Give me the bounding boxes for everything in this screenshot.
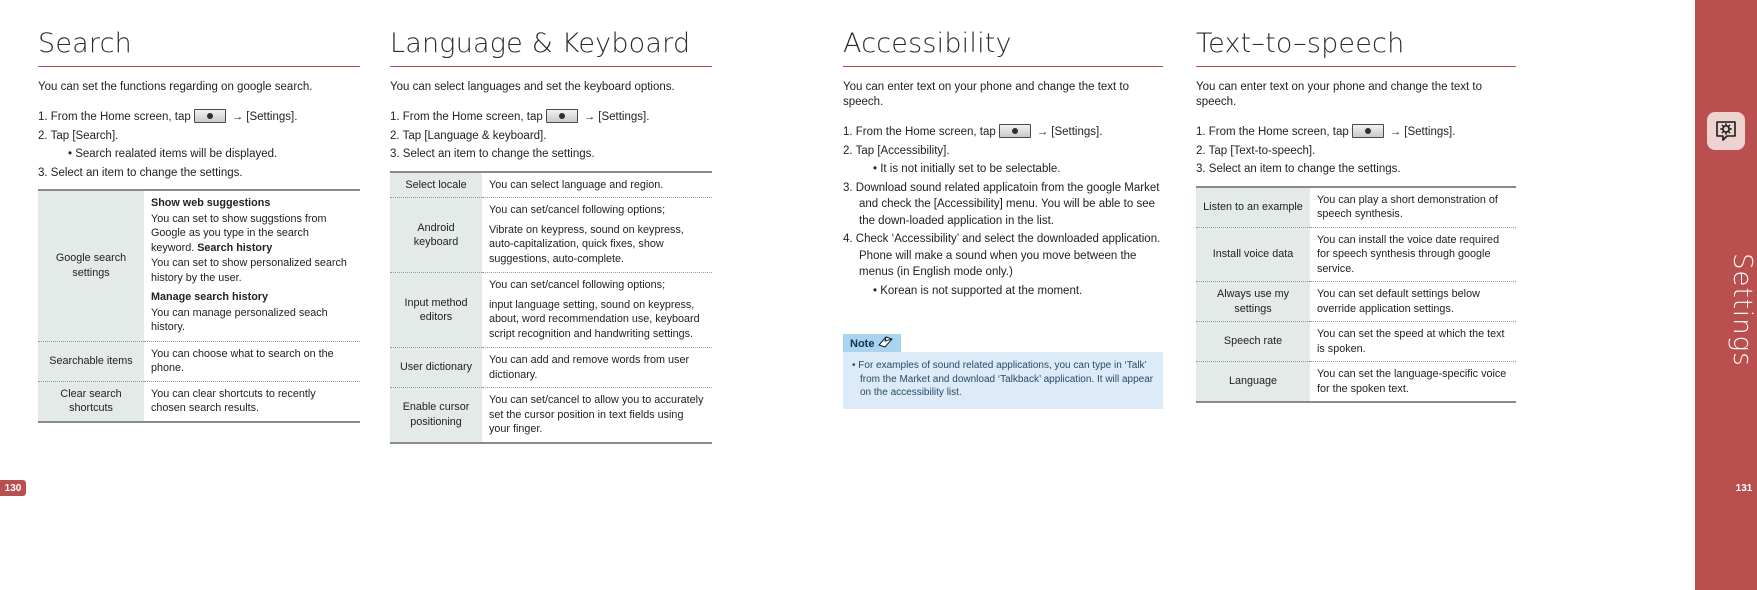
table-cell-key: Language	[1196, 361, 1310, 403]
table-cell-value: Show web suggestions You can set to show…	[144, 189, 360, 342]
title-divider	[843, 66, 1163, 67]
side-tab-label: Settings	[1727, 253, 1757, 367]
table-cell-value: You can set/cancel following options; Vi…	[482, 197, 712, 273]
table-cell-value: You can play a short demonstration of sp…	[1310, 185, 1516, 228]
table-cell-value: You can choose what to search on the pho…	[144, 341, 360, 382]
table-cell-value: You can set/cancel following options; in…	[482, 272, 712, 348]
note-item: • For examples of sound related applicat…	[852, 360, 1154, 398]
section-text-to-speech: Text–to–speech You can enter text on you…	[1196, 28, 1516, 403]
step-subitem: • It is not initially set to be selectab…	[873, 163, 1061, 175]
options-table-language-keyboard: Select locale You can select language an…	[390, 170, 712, 444]
step-item: 1. From the Home screen, tap → [Settings].	[390, 109, 650, 123]
home-key-icon	[998, 124, 1031, 138]
table-cell-key: Android keyboard	[390, 197, 482, 273]
table-cell-value: You can clear shortcuts to recently chos…	[144, 381, 360, 423]
table-cell-value: You can install the voice date required …	[1310, 227, 1516, 282]
table-row: Always use my settings You can set defau…	[1196, 281, 1516, 322]
manual-page-spread: Search You can set the functions regardi…	[0, 0, 1757, 590]
table-cell-value: You can set/cancel to allow you to accur…	[482, 387, 712, 444]
table-cell-key: Install voice data	[1196, 227, 1310, 282]
table-row: Clear search shortcuts You can clear sho…	[38, 381, 360, 423]
steps-list-accessibility: 1. From the Home screen, tap → [Settings].…	[843, 124, 1163, 299]
steps-list-text-to-speech: 1. From the Home screen, tap → [Settings].…	[1196, 124, 1516, 178]
settings-gear-icon	[1707, 112, 1745, 150]
page-title-accessibility: Accessibility	[843, 28, 1012, 59]
section-intro-accessibility: You can enter text on your phone and cha…	[843, 81, 1130, 108]
table-cell-key: Input method editors	[390, 272, 482, 348]
step-item: 3. Select an item to change the settings…	[38, 166, 243, 179]
side-tab-settings[interactable]: Settings	[1695, 0, 1757, 590]
options-table-search: Google search settings Show web suggesti…	[38, 189, 360, 423]
step-subitem: • Search realated items will be displaye…	[68, 148, 278, 160]
section-intro-text-to-speech: You can enter text on your phone and cha…	[1196, 81, 1483, 108]
table-cell-key: Searchable items	[38, 341, 144, 382]
step-item: 4. Check ‘Accessibility’ and select the …	[843, 233, 1161, 278]
table-cell-value: You can add and remove words from user d…	[482, 347, 712, 388]
title-divider	[390, 66, 712, 67]
section-intro-search: You can set the functions regarding on g…	[38, 81, 313, 93]
table-cell-value: You can set the language-specific voice …	[1310, 361, 1516, 403]
table-cell-key: Google search settings	[38, 189, 144, 342]
table-row: Language You can set the language-specif…	[1196, 361, 1516, 403]
table-cell-key: Speech rate	[1196, 321, 1310, 362]
step-item: 2. Tap [Search].	[38, 129, 119, 142]
page-title-text-to-speech: Text–to–speech	[1196, 28, 1405, 59]
step-item: 3. Select an item to change the settings…	[1196, 163, 1401, 175]
options-table-text-to-speech: Listen to an example You can play a shor…	[1196, 185, 1516, 404]
table-cell-key: Listen to an example	[1196, 185, 1310, 228]
step-item: 1. From the Home screen, tap → [Settings].	[38, 109, 298, 123]
table-row: Speech rate You can set the speed at whi…	[1196, 321, 1516, 362]
arrow-icon: →	[231, 111, 244, 123]
step-item: 3. Download sound related applicatoin fr…	[843, 181, 1160, 227]
table-row: Searchable items You can choose what to …	[38, 341, 360, 382]
note-body: • For examples of sound related applicat…	[843, 352, 1163, 409]
table-cell-value: You can set the speed at which the text …	[1310, 321, 1516, 362]
steps-list-search: 1. From the Home screen, tap → [Settings].…	[38, 109, 360, 181]
step-item: 2. Tap [Accessibility].	[843, 144, 950, 157]
steps-list-language-keyboard: 1. From the Home screen, tap → [Settings].…	[390, 109, 712, 163]
section-accessibility: Accessibility You can enter text on your…	[843, 28, 1163, 409]
table-cell-key: Enable cursor positioning	[390, 387, 482, 444]
arrow-icon: →	[1389, 126, 1402, 138]
note-page-icon	[877, 336, 894, 349]
table-row: Select locale You can select language an…	[390, 170, 712, 198]
step-item: 2. Tap [Text-to-speech].	[1196, 144, 1316, 157]
arrow-icon: →	[583, 111, 596, 123]
note-box: Note • For examples of sound related app…	[843, 334, 1163, 409]
table-cell-key: Clear search shortcuts	[38, 381, 144, 423]
section-language-keyboard: Language & Keyboard You can select langu…	[390, 28, 712, 444]
table-row: User dictionary You can add and remove w…	[390, 347, 712, 388]
step-item: 1. From the Home screen, tap → [Settings].	[1196, 124, 1456, 138]
note-label: Note	[843, 334, 902, 352]
page-title-search: Search	[38, 28, 132, 59]
table-cell-key: Select locale	[390, 170, 482, 198]
section-search: Search You can set the functions regardi…	[38, 28, 360, 423]
table-row: Google search settings Show web suggesti…	[38, 189, 360, 342]
table-row: Input method editors You can set/cancel …	[390, 272, 712, 348]
table-cell-value: You can select language and region.	[482, 170, 712, 198]
step-item: 1. From the Home screen, tap → [Settings].	[843, 124, 1103, 138]
home-key-icon	[193, 109, 226, 123]
step-item: 3. Select an item to change the settings…	[390, 148, 595, 160]
page-title-language-keyboard: Language & Keyboard	[390, 28, 691, 59]
title-divider	[38, 66, 360, 67]
table-row: Enable cursor positioning You can set/ca…	[390, 387, 712, 444]
table-row: Listen to an example You can play a shor…	[1196, 185, 1516, 228]
title-divider	[1196, 66, 1516, 67]
arrow-icon: →	[1036, 126, 1049, 138]
table-cell-key: Always use my settings	[1196, 281, 1310, 322]
section-intro-language-keyboard: You can select languages and set the key…	[390, 81, 675, 93]
step-item: 2. Tap [Language & keyboard].	[390, 129, 547, 142]
table-cell-key: User dictionary	[390, 347, 482, 388]
table-cell-value: You can set default settings below overr…	[1310, 281, 1516, 322]
table-row: Android keyboard You can set/cancel foll…	[390, 197, 712, 273]
step-subitem: • Korean is not supported at the moment.	[873, 284, 1083, 297]
page-number-left: 130	[0, 480, 26, 496]
page-number-right: 131	[1731, 480, 1757, 496]
home-key-icon	[545, 109, 578, 123]
home-key-icon	[1351, 124, 1384, 138]
table-row: Install voice data You can install the v…	[1196, 227, 1516, 282]
